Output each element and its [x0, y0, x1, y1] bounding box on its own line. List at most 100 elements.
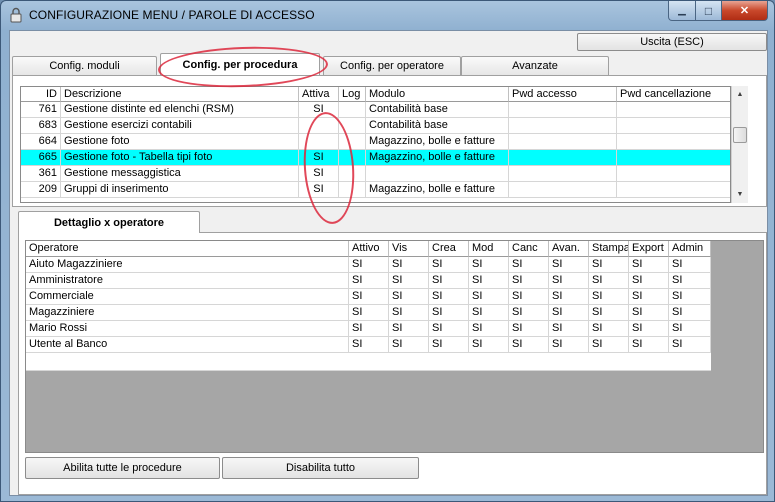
operator-permission-cell[interactable]: SI	[349, 321, 389, 337]
procedures-grid[interactable]: ID Descrizione Attiva Log Modulo Pwd acc…	[20, 86, 731, 203]
operator-col-header[interactable]: Canc	[509, 241, 549, 257]
procedure-cell-pwd-cancellazione[interactable]	[617, 118, 730, 134]
procedure-cell-log[interactable]	[339, 182, 366, 198]
operator-col-header[interactable]: Crea	[429, 241, 469, 257]
operator-permission-cell[interactable]: SI	[469, 273, 509, 289]
operator-permission-cell[interactable]: SI	[669, 337, 711, 353]
tab-dettaglio-operatore[interactable]: Dettaglio x operatore	[18, 211, 200, 233]
operator-permission-cell[interactable]: SI	[429, 321, 469, 337]
procedure-cell-id[interactable]: 761	[21, 102, 61, 118]
procedure-cell-descrizione[interactable]: Gruppi di inserimento	[61, 182, 299, 198]
procedure-cell-pwd-cancellazione[interactable]	[617, 102, 730, 118]
operator-permission-cell[interactable]: SI	[509, 321, 549, 337]
operator-name-cell[interactable]: Commerciale	[26, 289, 349, 305]
procedure-cell-attiva[interactable]	[299, 134, 339, 150]
operator-permission-cell[interactable]: SI	[469, 257, 509, 273]
operator-permission-cell[interactable]: SI	[669, 273, 711, 289]
procedures-scrollbar[interactable]: ▲ ▼	[731, 86, 748, 203]
operator-name-cell[interactable]: Amministratore	[26, 273, 349, 289]
col-header-log[interactable]: Log	[339, 87, 366, 102]
close-button[interactable]: ✕	[721, 1, 768, 21]
tab-config-per-procedura[interactable]: Config. per procedura	[160, 53, 320, 75]
operator-permission-cell[interactable]: SI	[349, 273, 389, 289]
operator-col-header[interactable]: Export	[629, 241, 669, 257]
operator-permission-cell[interactable]: SI	[589, 289, 629, 305]
col-header-pwd-cancellazione[interactable]: Pwd cancellazione	[617, 87, 730, 102]
procedure-cell-modulo[interactable]: Contabilità base	[366, 102, 509, 118]
procedure-cell-descrizione[interactable]: Gestione foto	[61, 134, 299, 150]
operator-permission-cell[interactable]: SI	[589, 337, 629, 353]
procedure-cell-pwd-accesso[interactable]	[509, 118, 617, 134]
procedure-cell-pwd-accesso[interactable]	[509, 134, 617, 150]
operator-permission-cell[interactable]: SI	[509, 337, 549, 353]
procedure-cell-id[interactable]: 361	[21, 166, 61, 182]
col-header-pwd-accesso[interactable]: Pwd accesso	[509, 87, 617, 102]
procedure-cell-descrizione[interactable]: Gestione foto - Tabella tipi foto	[61, 150, 299, 166]
operator-permission-cell[interactable]: SI	[629, 337, 669, 353]
operator-permission-cell[interactable]: SI	[549, 337, 589, 353]
operator-permission-cell[interactable]: SI	[389, 321, 429, 337]
operator-name-cell[interactable]: Mario Rossi	[26, 321, 349, 337]
operator-permission-cell[interactable]: SI	[589, 257, 629, 273]
operator-permission-cell[interactable]: SI	[629, 305, 669, 321]
procedure-cell-id[interactable]: 665	[21, 150, 61, 166]
operator-permission-cell[interactable]: SI	[669, 321, 711, 337]
operator-permission-cell[interactable]: SI	[629, 289, 669, 305]
procedure-cell-id[interactable]: 683	[21, 118, 61, 134]
procedure-cell-log[interactable]	[339, 166, 366, 182]
operator-permission-cell[interactable]: SI	[429, 337, 469, 353]
operator-permission-cell[interactable]: SI	[469, 321, 509, 337]
procedure-cell-pwd-cancellazione[interactable]	[617, 182, 730, 198]
tab-avanzate[interactable]: Avanzate	[461, 56, 609, 75]
operator-name-cell[interactable]: Utente al Banco	[26, 337, 349, 353]
col-header-attiva[interactable]: Attiva	[299, 87, 339, 102]
operator-permission-cell[interactable]: SI	[389, 257, 429, 273]
operator-col-header[interactable]: Mod	[469, 241, 509, 257]
operator-permission-cell[interactable]: SI	[469, 289, 509, 305]
procedure-cell-attiva[interactable]: SI	[299, 150, 339, 166]
procedure-cell-pwd-accesso[interactable]	[509, 102, 617, 118]
operator-permission-cell[interactable]: SI	[509, 273, 549, 289]
operator-permission-cell[interactable]: SI	[669, 305, 711, 321]
operators-grid[interactable]: Operatore Attivo Vis Crea Mod Canc Avan. Stampa…	[26, 241, 711, 371]
procedure-cell-modulo[interactable]	[366, 166, 509, 182]
operator-col-header[interactable]: Stampa	[589, 241, 629, 257]
procedure-cell-log[interactable]	[339, 134, 366, 150]
procedure-cell-log[interactable]	[339, 150, 366, 166]
operator-permission-cell[interactable]: SI	[669, 257, 711, 273]
operator-permission-cell[interactable]: SI	[349, 305, 389, 321]
operator-permission-cell[interactable]: SI	[549, 273, 589, 289]
col-header-modulo[interactable]: Modulo	[366, 87, 509, 102]
operator-permission-cell[interactable]: SI	[389, 337, 429, 353]
operator-permission-cell[interactable]: SI	[549, 321, 589, 337]
operator-permission-cell[interactable]: SI	[349, 337, 389, 353]
tab-config-per-operatore[interactable]: Config. per operatore	[323, 56, 461, 75]
operator-permission-cell[interactable]: SI	[509, 305, 549, 321]
procedure-cell-id[interactable]: 209	[21, 182, 61, 198]
procedure-cell-pwd-cancellazione[interactable]	[617, 134, 730, 150]
operator-permission-cell[interactable]: SI	[669, 289, 711, 305]
operator-permission-cell[interactable]: SI	[549, 305, 589, 321]
scroll-thumb[interactable]	[733, 127, 747, 143]
operator-permission-cell[interactable]: SI	[349, 257, 389, 273]
operator-permission-cell[interactable]: SI	[629, 273, 669, 289]
procedure-cell-pwd-cancellazione[interactable]	[617, 150, 730, 166]
maximize-button[interactable]: □	[695, 1, 722, 21]
enable-all-button[interactable]: Abilita tutte le procedure	[25, 457, 220, 479]
procedure-cell-attiva[interactable]: SI	[299, 166, 339, 182]
operator-permission-cell[interactable]: SI	[629, 321, 669, 337]
procedure-cell-pwd-accesso[interactable]	[509, 166, 617, 182]
procedure-cell-pwd-cancellazione[interactable]	[617, 166, 730, 182]
tab-config-moduli[interactable]: Config. moduli	[12, 56, 157, 75]
col-header-descrizione[interactable]: Descrizione	[61, 87, 299, 102]
procedure-cell-modulo[interactable]: Magazzino, bolle e fatture	[366, 134, 509, 150]
operator-permission-cell[interactable]: SI	[429, 257, 469, 273]
procedure-cell-log[interactable]	[339, 118, 366, 134]
operator-permission-cell[interactable]: SI	[589, 273, 629, 289]
operator-permission-cell[interactable]: SI	[469, 337, 509, 353]
operator-permission-cell[interactable]: SI	[549, 257, 589, 273]
operator-permission-cell[interactable]: SI	[429, 289, 469, 305]
operator-col-header[interactable]: Admin	[669, 241, 711, 257]
operator-permission-cell[interactable]: SI	[589, 305, 629, 321]
operator-name-cell[interactable]: Magazziniere	[26, 305, 349, 321]
